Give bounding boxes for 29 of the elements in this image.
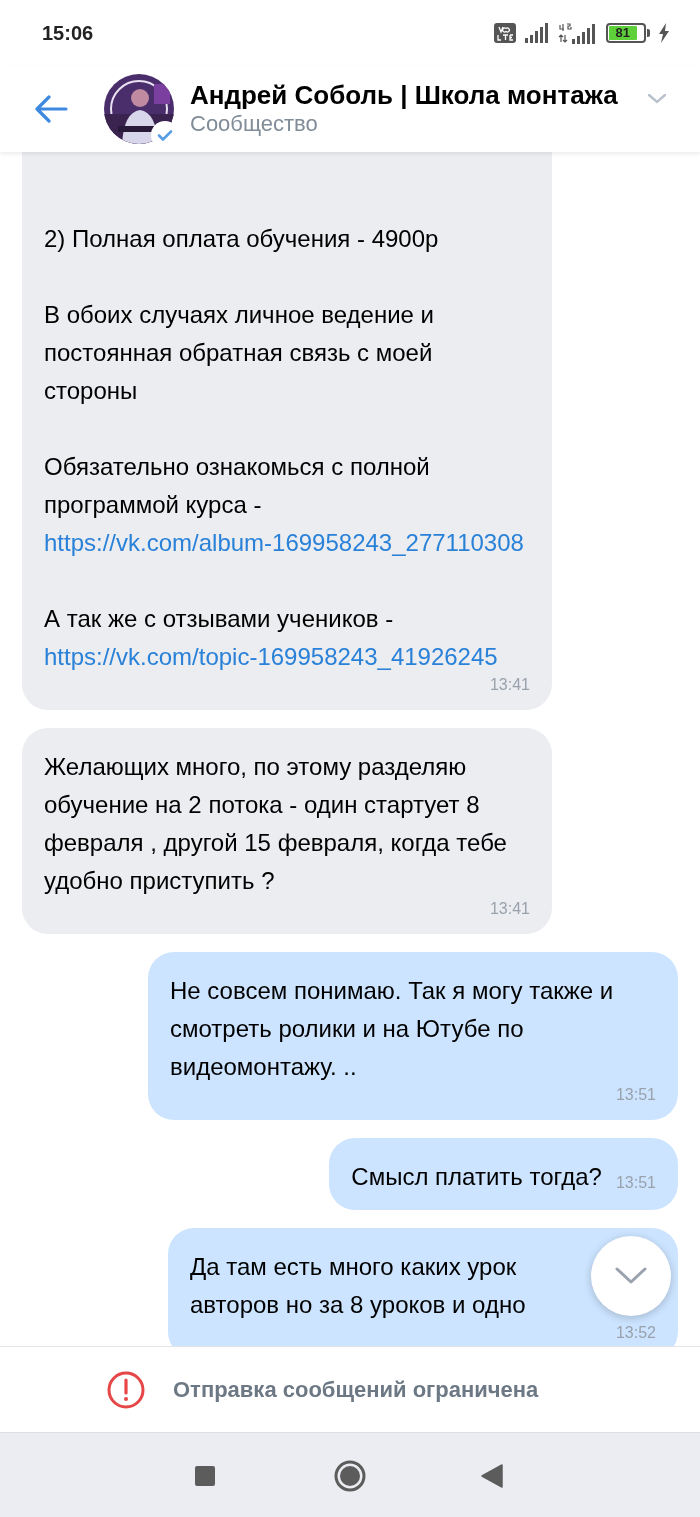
volte-icon [494,22,516,43]
notice-text: Отправка сообщений ограничена [173,1376,539,1404]
mobile-data-signal-icon [558,21,598,44]
message-text: Не совсем понимаю. Так я могу также и смотреть ролики и на Ютубе по видеомонтажу. .. [170,977,614,1080]
message-time: 13:41 [488,675,530,695]
link[interactable]: https://vk.com/topic-169958243_41926245 [44,638,530,676]
back-icon[interactable] [34,94,68,123]
chevron-down-icon [615,1267,647,1285]
warning-icon [107,1370,145,1409]
message-text: Да там есть много каких урок [190,1252,517,1282]
message-text: Желающих много, по этому разделяю обучение на 2 потока - один стартует 8 февраля , другой 15 февраля, когда тебе удобно приступить ? [44,753,507,894]
back-icon[interactable] [481,1464,503,1488]
message-time: 13:51 [615,1173,656,1193]
home-icon[interactable] [334,1460,366,1492]
message-text: Обязательно ознакомься с полной программой курса - [44,452,431,520]
signal-icon [524,22,550,43]
message-text: Смысл платить тогда? [351,1163,602,1190]
status-time: 15:06 [42,20,94,46]
message-time: 13:41 [488,899,530,919]
message-text: авторов но за 8 уроков и одно [190,1290,526,1320]
message-time: 13:51 [614,1085,656,1105]
link[interactable]: https://vk.com/album-169958243_277110308 [44,524,530,562]
message-text: 2) Полная оплата обучения - 4900р [44,225,439,252]
message-time: 13:52 [614,1323,656,1343]
chat-title[interactable]: Андрей Соболь | Школа монтажа [190,79,648,111]
message-text: А так же с отзывами учеников - [44,604,395,634]
recent-apps-icon[interactable] [194,1465,216,1487]
chat-subtitle: Сообщество [190,110,319,138]
message-text: В обоих случаях личное ведение и постоянная обратная связь с моей стороны [44,301,434,404]
